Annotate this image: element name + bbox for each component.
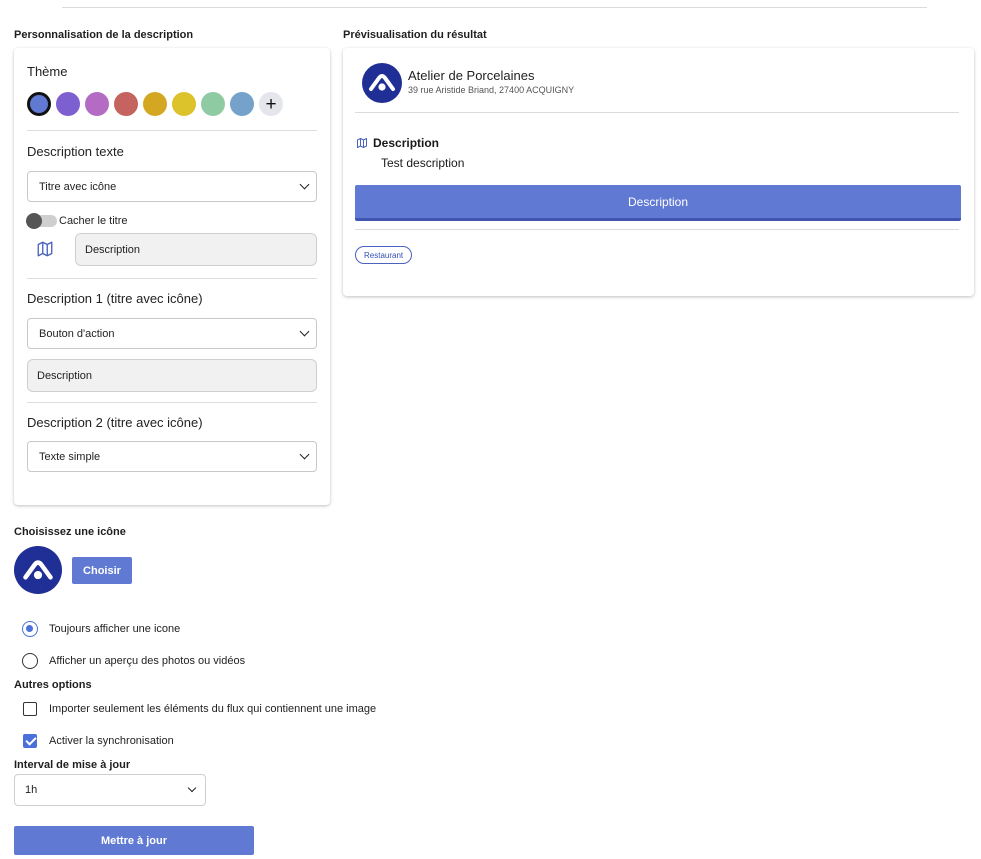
swatch-1[interactable] bbox=[56, 92, 80, 116]
interval-label: Interval de mise à jour bbox=[14, 759, 131, 771]
radio-media-preview[interactable] bbox=[22, 653, 38, 669]
interval-select-value: 1h bbox=[25, 784, 38, 796]
preview-action-button[interactable]: Description bbox=[355, 185, 961, 221]
business-logo bbox=[362, 63, 402, 103]
checkbox-import-images-only-label: Importer seulement les éléments du flux … bbox=[49, 703, 377, 715]
radio-media-preview-label: Afficher un aperçu des photos ou vidéos bbox=[49, 655, 246, 667]
divider bbox=[355, 229, 959, 230]
hide-title-label: Cacher le titre bbox=[59, 215, 128, 227]
selected-icon-preview bbox=[14, 546, 62, 594]
description-1-select-value: Bouton d'action bbox=[39, 327, 115, 340]
preview-description-title: Description bbox=[373, 136, 440, 150]
divider bbox=[27, 130, 317, 131]
swatch-6[interactable] bbox=[201, 92, 225, 116]
update-button[interactable]: Mettre à jour bbox=[14, 826, 254, 855]
description-1-select[interactable]: Bouton d'action bbox=[27, 318, 317, 349]
preview-section-title: Prévisualisation du résultat bbox=[343, 29, 487, 41]
description-text-input[interactable]: Description bbox=[75, 233, 317, 266]
checkbox-sync[interactable] bbox=[23, 734, 37, 748]
logo-mark-icon bbox=[369, 74, 395, 91]
preview-description-text: Test description bbox=[381, 156, 465, 170]
swatch-7[interactable] bbox=[230, 92, 254, 116]
toggle-knob bbox=[26, 213, 42, 229]
business-name: Atelier de Porcelaines bbox=[408, 68, 535, 83]
description-2-label: Description 2 (titre avec icône) bbox=[27, 415, 203, 430]
interval-select[interactable]: 1h bbox=[14, 774, 206, 806]
chevron-down-icon bbox=[187, 783, 197, 793]
swatch-0[interactable] bbox=[27, 92, 51, 116]
other-options-title: Autres options bbox=[14, 679, 92, 691]
description-1-label: Description 1 (titre avec icône) bbox=[27, 291, 203, 306]
chevron-down-icon bbox=[299, 449, 310, 460]
category-tag: Restaurant bbox=[355, 246, 413, 264]
theme-label: Thème bbox=[27, 64, 68, 79]
swatch-3[interactable] bbox=[114, 92, 138, 116]
description-2-select[interactable]: Texte simple bbox=[27, 441, 317, 472]
swatch-4[interactable] bbox=[143, 92, 167, 116]
divider bbox=[355, 112, 959, 113]
add-color-button[interactable]: + bbox=[259, 92, 283, 116]
choose-icon-button[interactable]: Choisir bbox=[72, 557, 132, 584]
customization-panel: Thème + Description texte Titre avec icô… bbox=[14, 48, 330, 505]
description-text-select-value: Titre avec icône bbox=[39, 180, 117, 193]
business-address: 39 rue Aristide Briand, 27400 ACQUIGNY bbox=[408, 85, 575, 95]
preview-panel: Atelier de Porcelaines 39 rue Aristide B… bbox=[343, 48, 974, 296]
swatch-5[interactable] bbox=[172, 92, 196, 116]
radio-always-icon[interactable] bbox=[22, 621, 38, 637]
chevron-down-icon bbox=[299, 326, 310, 337]
divider bbox=[27, 402, 317, 403]
top-divider bbox=[62, 7, 927, 8]
customization-section-title: Personnalisation de la description bbox=[14, 29, 194, 41]
description-text-label: Description texte bbox=[27, 144, 124, 159]
theme-swatches: + bbox=[27, 92, 283, 116]
description-2-select-value: Texte simple bbox=[39, 450, 101, 463]
swatch-2[interactable] bbox=[85, 92, 109, 116]
divider bbox=[27, 278, 317, 279]
description-text-select[interactable]: Titre avec icône bbox=[27, 171, 317, 202]
icon-chooser-title: Choisissez une icône bbox=[14, 526, 126, 538]
map-icon[interactable] bbox=[36, 240, 54, 258]
checkbox-import-images-only[interactable] bbox=[23, 702, 37, 716]
description-1-input[interactable]: Description bbox=[27, 359, 317, 392]
logo-mark-icon bbox=[23, 559, 53, 580]
map-icon bbox=[357, 138, 367, 148]
radio-always-icon-label: Toujours afficher une icone bbox=[49, 623, 181, 635]
checkbox-sync-label: Activer la synchronisation bbox=[49, 735, 174, 747]
chevron-down-icon bbox=[299, 179, 310, 190]
hide-title-toggle[interactable] bbox=[26, 213, 57, 229]
